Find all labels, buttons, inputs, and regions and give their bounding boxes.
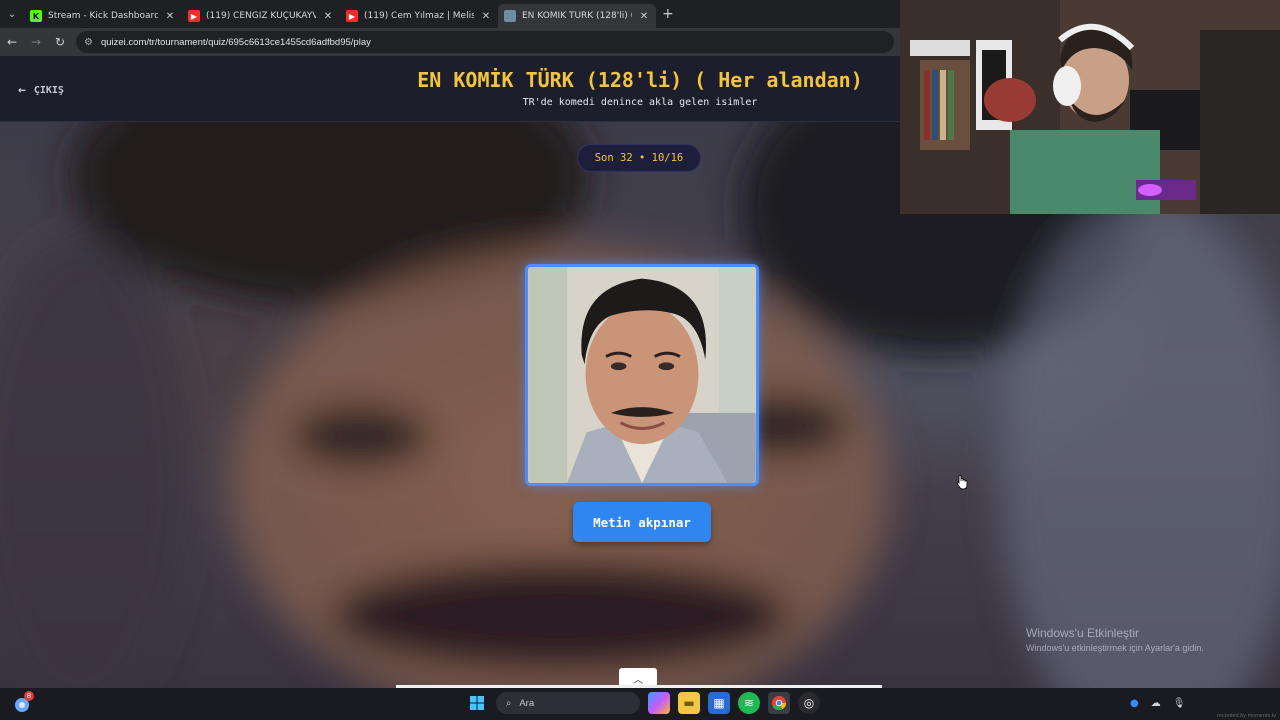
file-explorer-icon[interactable]: ▬: [678, 692, 700, 714]
obs-icon[interactable]: ◎: [798, 692, 820, 714]
notification-count: 8: [24, 691, 34, 701]
tray-dot-icon[interactable]: ●: [1130, 698, 1139, 709]
tab-search-chevron-icon[interactable]: ⌄: [0, 0, 24, 28]
quiz-header: ← ÇIKIŞ EN KOMİK TÜRK (128'li) ( Her ala…: [0, 56, 900, 122]
microsoft-store-icon[interactable]: ▦: [708, 692, 730, 714]
arrow-left-icon: ←: [18, 83, 26, 98]
chrome-icon[interactable]: [768, 692, 790, 714]
network-icon[interactable]: ☁: [1151, 698, 1161, 709]
search-icon: ⌕: [506, 697, 512, 709]
search-placeholder: Ara: [519, 697, 535, 709]
url-text: quizei.com/tr/tournament/quiz/695c6613ce…: [100, 36, 371, 48]
tab-title: (119) Cem Yılmaz | Melis İşiten: [364, 11, 474, 21]
mouse-cursor-icon: [956, 475, 968, 490]
site-settings-icon[interactable]: ⚙: [84, 37, 93, 48]
system-tray: ● ☁ 🎙: [1130, 698, 1185, 709]
page-title: EN KOMİK TÜRK (128'li) ( Her alandan): [417, 68, 863, 92]
browser-tab-youtube-1[interactable]: ▶ (119) CENGİZ KÜÇÜKAYVAZ YA ✕: [182, 4, 340, 28]
exit-label: ÇIKIŞ: [33, 85, 64, 96]
browser-tab-youtube-2[interactable]: ▶ (119) Cem Yılmaz | Melis İşiten ✕: [340, 4, 498, 28]
forward-arrow-icon[interactable]: →: [24, 35, 48, 49]
browser-tab-quizei[interactable]: EN KOMİK TÜRK (128'li) ( Her a ✕: [498, 4, 656, 28]
browser-tab-strip: ⌄ K Stream - Kick Dashboard ✕ ▶ (119) CE…: [0, 0, 900, 28]
copilot-icon[interactable]: [648, 692, 670, 714]
page-subtitle: TR'de komedi denince akla gelen isimler: [522, 97, 758, 108]
address-bar-row: ← → ↻ ⚙ quizei.com/tr/tournament/quiz/69…: [0, 28, 900, 56]
windows-start-icon[interactable]: [466, 692, 488, 714]
windows-activation-watermark: Windows'u Etkinleştir Windows'u etkinleş…: [1026, 626, 1204, 653]
taskbar-apps: ⌕ Ara ▬ ▦ ≋ ◎: [466, 692, 820, 714]
watermark-text: Windows'u etkinleştirmek için Ayarlar'a …: [1026, 643, 1204, 653]
close-icon[interactable]: ✕: [164, 11, 176, 22]
close-icon[interactable]: ✕: [322, 11, 334, 22]
browser-tab-kick[interactable]: K Stream - Kick Dashboard ✕: [24, 4, 182, 28]
webcam-feed: [900, 0, 1280, 214]
candidate-photo-card[interactable]: [525, 264, 759, 486]
reload-icon[interactable]: ↻: [48, 35, 72, 49]
tab-title: (119) CENGİZ KÜÇÜKAYVAZ YA: [206, 11, 316, 21]
microphone-icon[interactable]: 🎙: [1173, 698, 1186, 709]
round-indicator: Son 32 • 10/16: [577, 144, 701, 172]
candidate-photo: [528, 267, 756, 483]
taskbar-search-input[interactable]: ⌕ Ara: [496, 692, 640, 714]
close-icon[interactable]: ✕: [638, 11, 650, 22]
back-arrow-icon[interactable]: ←: [0, 35, 24, 49]
kick-icon: K: [30, 10, 42, 22]
close-icon[interactable]: ✕: [480, 11, 492, 22]
youtube-icon: ▶: [346, 10, 358, 22]
exit-button[interactable]: ← ÇIKIŞ: [18, 83, 64, 98]
url-input[interactable]: ⚙ quizei.com/tr/tournament/quiz/695c6613…: [76, 31, 894, 53]
watermark-title: Windows'u Etkinleştir: [1026, 626, 1139, 640]
spotify-icon[interactable]: ≋: [738, 692, 760, 714]
notifications-widget[interactable]: 8: [12, 691, 34, 714]
tab-title: Stream - Kick Dashboard: [48, 11, 158, 21]
new-tab-button[interactable]: +: [662, 6, 674, 22]
windows-taskbar: 8 ⌕ Ara ▬ ▦ ≋ ◎ ● ☁ 🎙 recorded by moment…: [0, 688, 1280, 720]
candidate-name-button[interactable]: Metin akpınar: [573, 502, 711, 542]
youtube-icon: ▶: [188, 10, 200, 22]
recorded-by-label: recorded by moments.tv: [1217, 713, 1276, 719]
quizei-icon: [504, 10, 516, 22]
webcam-overlay: [900, 0, 1280, 214]
tab-title: EN KOMİK TÜRK (128'li) ( Her a: [522, 11, 632, 21]
